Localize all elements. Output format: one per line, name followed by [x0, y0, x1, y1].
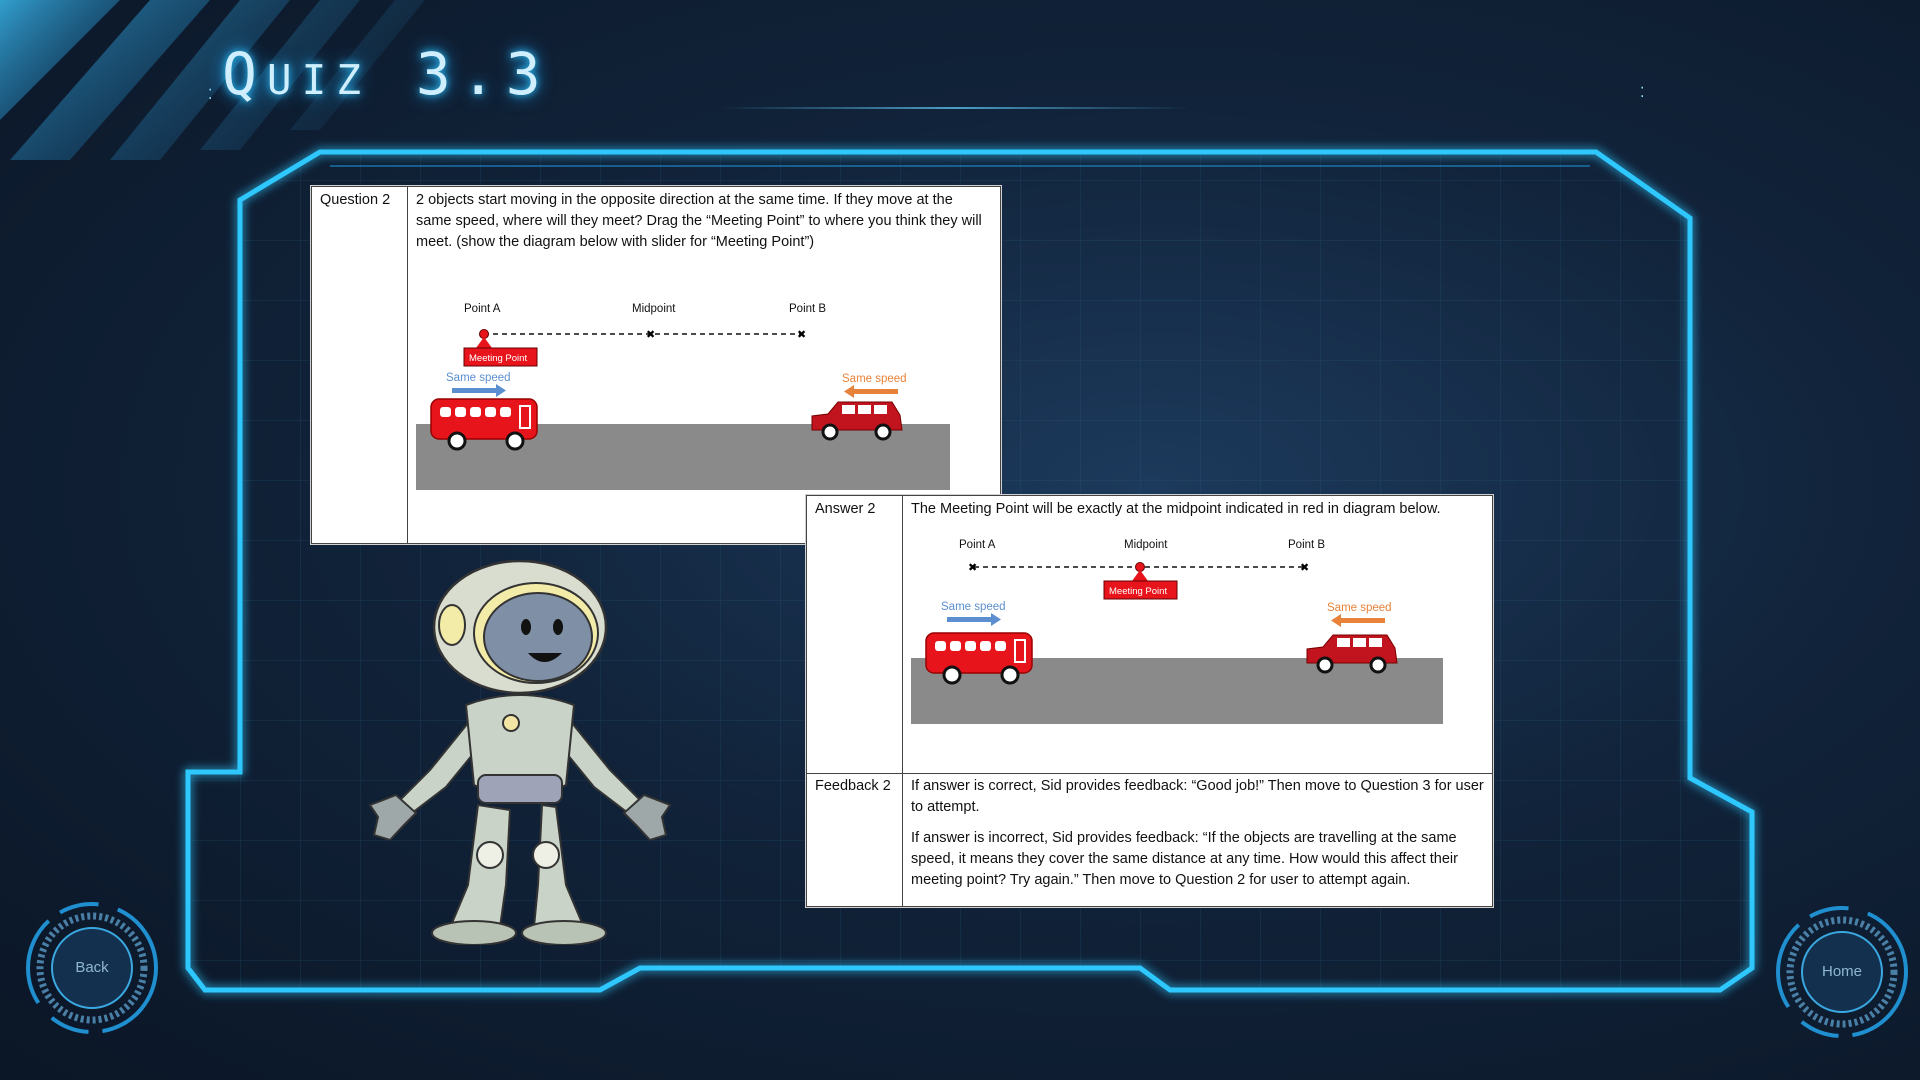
point-a-marker: ✖ — [968, 562, 977, 574]
midpoint-label: Midpoint — [632, 303, 676, 315]
answer-row: Answer 2 The Meeting Point will be exact… — [807, 496, 1492, 774]
meeting-point-slider[interactable]: Meeting Point — [463, 329, 538, 367]
back-label: Back — [75, 959, 109, 976]
meeting-point-label: Meeting Point — [1109, 586, 1167, 597]
question-card: Question 2 2 objects start moving in the… — [311, 186, 1001, 544]
speed-right-label: Same speed — [842, 373, 907, 385]
question-label: Question 2 — [312, 187, 408, 543]
arrow-left-icon — [1331, 614, 1385, 627]
question-diagram: Point A Midpoint Point B ✖ ✖ Meeting Poi… — [416, 303, 950, 490]
answer-label: Answer 2 — [807, 496, 903, 773]
point-a-label: Point A — [464, 303, 501, 315]
speed-left-label: Same speed — [941, 601, 1006, 613]
robot-mascot — [368, 559, 672, 945]
arrow-left-icon — [844, 385, 898, 398]
point-b-label: Point B — [789, 303, 826, 315]
meeting-point-marker: Meeting Point — [1103, 562, 1178, 600]
speed-right-label: Same speed — [1327, 602, 1392, 614]
meeting-point-label: Meeting Point — [469, 353, 527, 364]
answer-text: The Meeting Point will be exactly at the… — [911, 501, 1441, 517]
back-button[interactable]: Back — [22, 898, 162, 1038]
feedback-correct: If answer is correct, Sid provides feedb… — [911, 778, 1484, 815]
answer-diagram: Point A Midpoint Point B ✖ ✖ Meeting Poi… — [911, 539, 1443, 724]
arrow-right-icon — [452, 384, 506, 397]
point-b-marker: ✖ — [1300, 562, 1309, 574]
speed-left-label: Same speed — [446, 372, 511, 384]
answer-card: Answer 2 The Meeting Point will be exact… — [806, 495, 1493, 907]
point-b-marker: ✖ — [797, 329, 806, 341]
midpoint-marker: ✖ — [646, 329, 655, 341]
feedback-text: If answer is correct, Sid provides feedb… — [903, 773, 1492, 904]
point-a-label: Point A — [959, 539, 996, 551]
question-text: 2 objects start moving in the opposite d… — [416, 192, 982, 250]
feedback-incorrect: If answer is incorrect, Sid provides fee… — [911, 830, 1458, 888]
arrow-right-icon — [947, 613, 1001, 626]
feedback-row: Feedback 2 If answer is correct, Sid pro… — [807, 773, 1492, 906]
feedback-label: Feedback 2 — [807, 773, 903, 906]
home-label: Home — [1821, 963, 1862, 980]
midpoint-label: Midpoint — [1124, 539, 1168, 551]
point-b-label: Point B — [1288, 539, 1325, 551]
home-button[interactable]: Home — [1772, 902, 1912, 1042]
